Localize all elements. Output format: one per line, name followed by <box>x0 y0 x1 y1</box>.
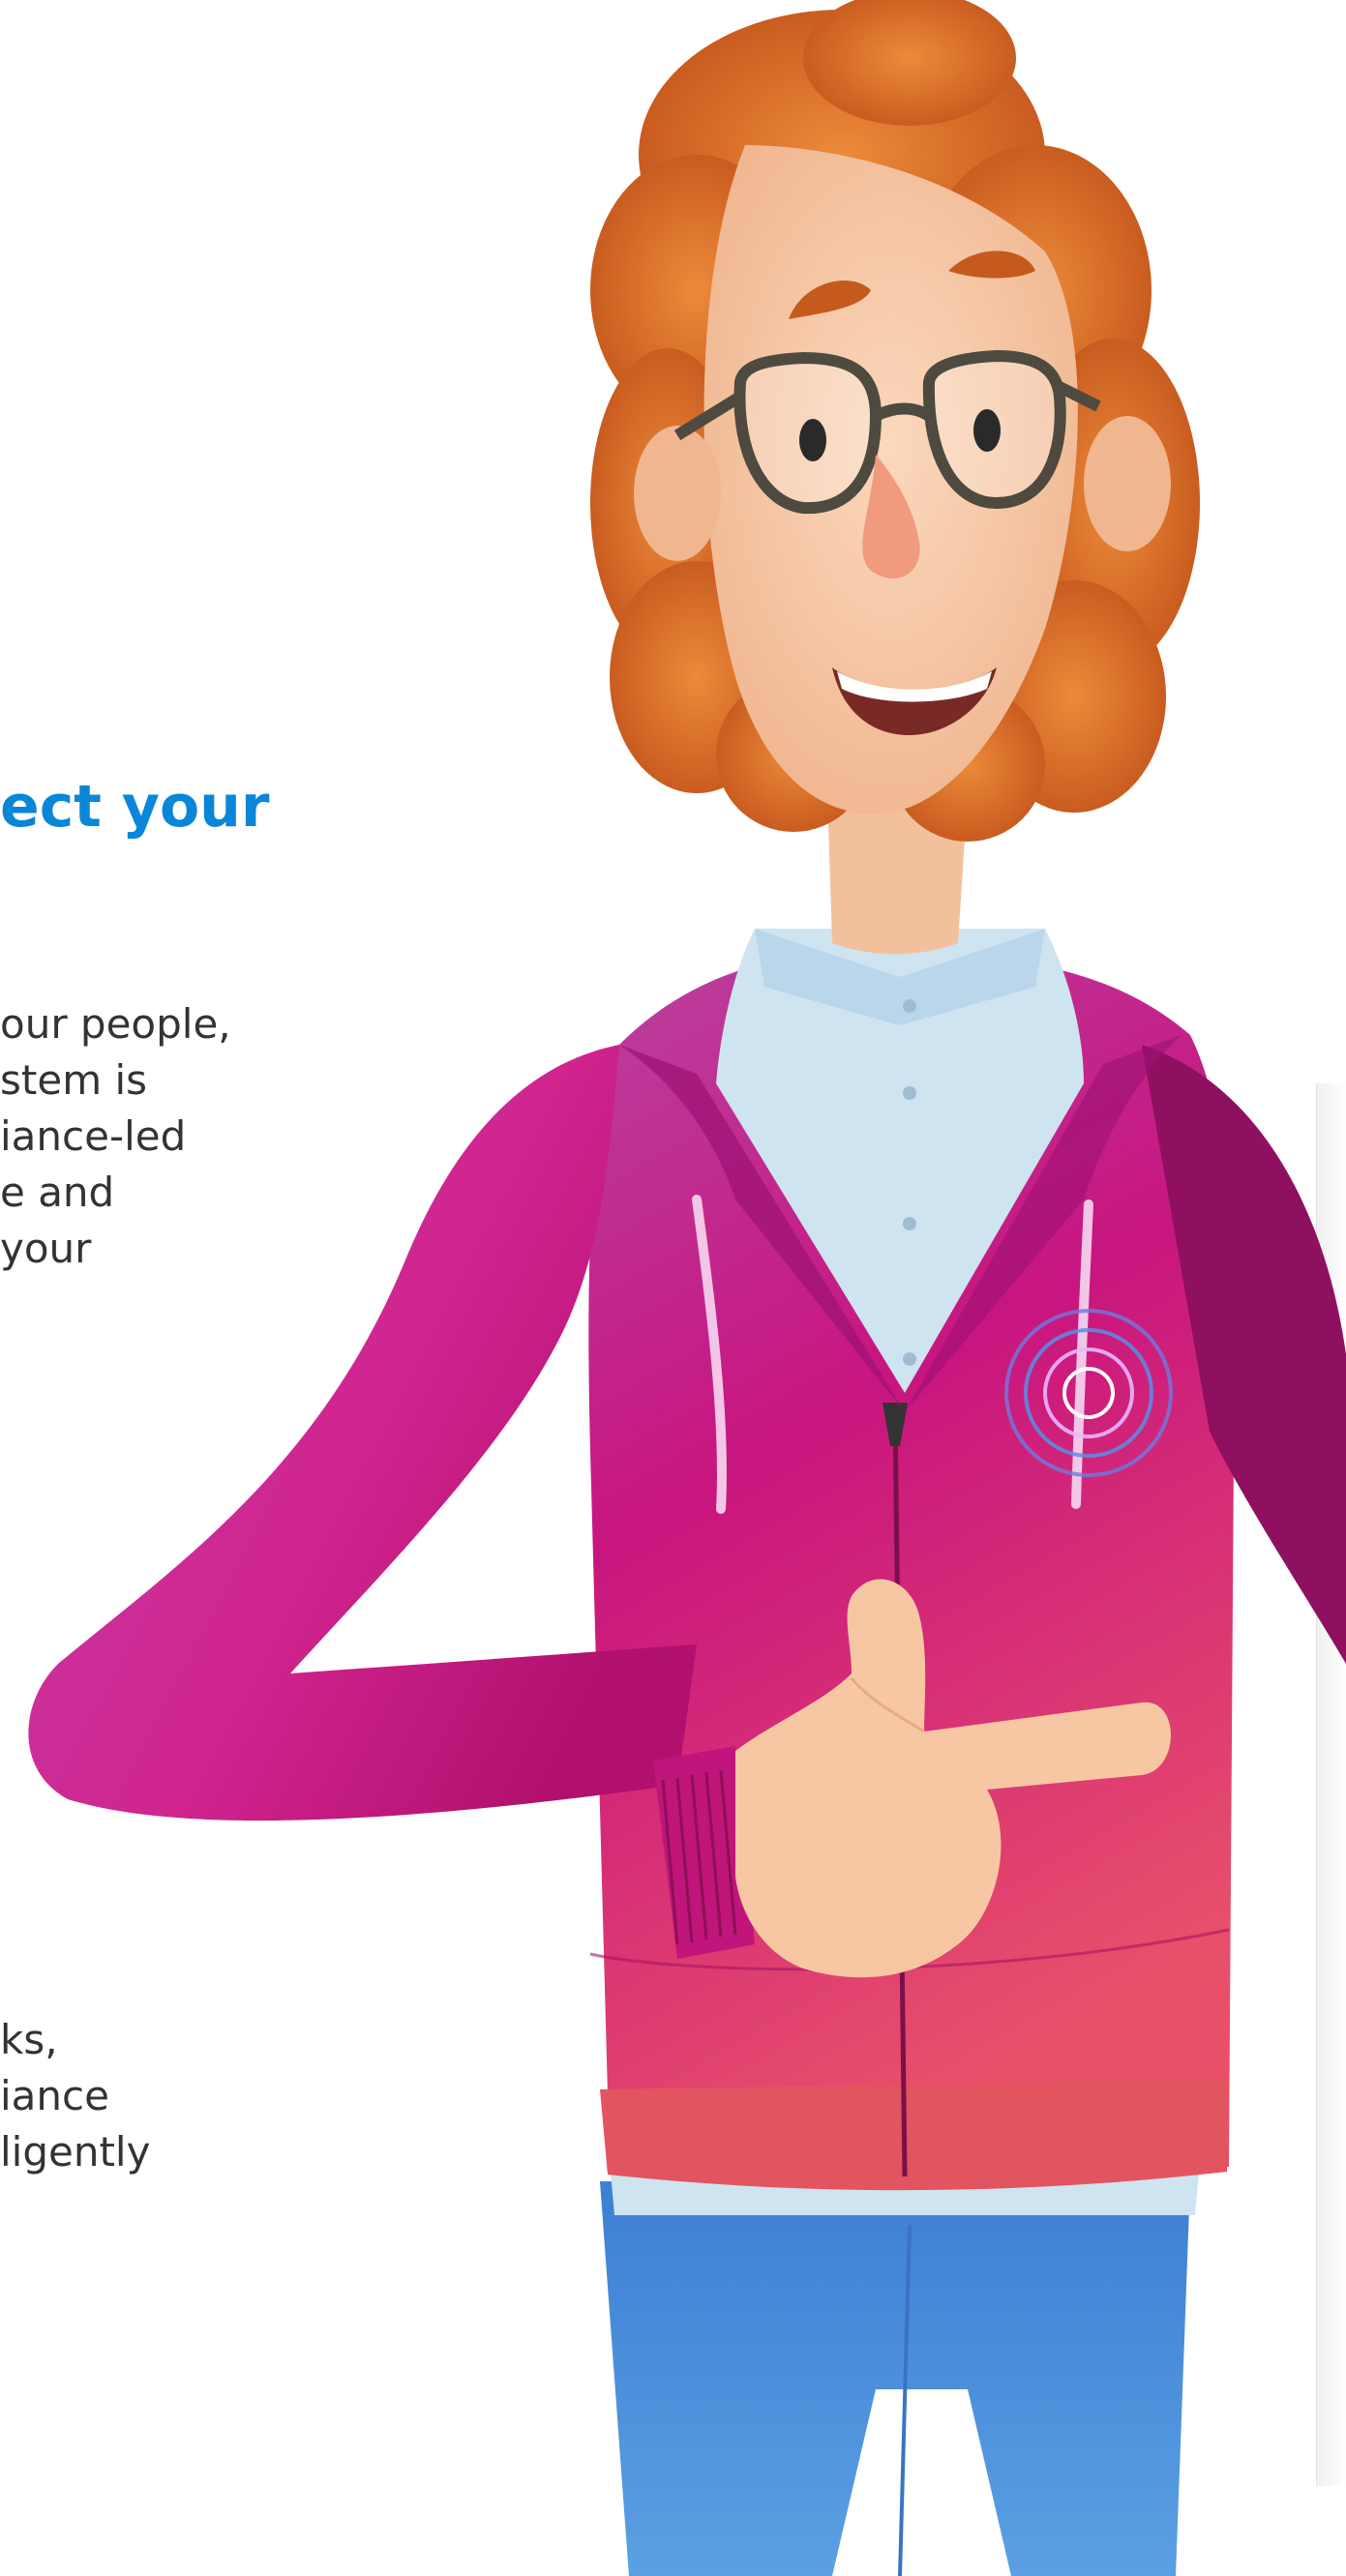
page: ect your our people, stem is iance-led e… <box>0 0 1346 2576</box>
right-ear <box>1084 416 1171 551</box>
jeans <box>600 2181 1190 2576</box>
left-ear <box>634 426 721 561</box>
mascot-illustration <box>28 0 1346 2576</box>
